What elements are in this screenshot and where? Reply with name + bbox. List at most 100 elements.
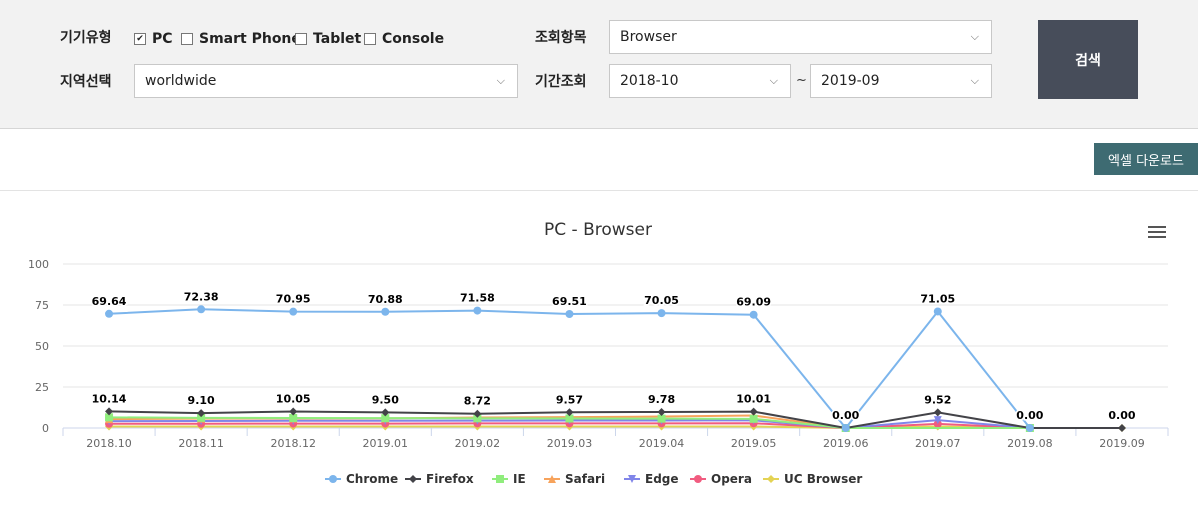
filter-panel: 기기유형 ✔ PC Smart Phone Tablet Console 지역선… — [0, 0, 1198, 129]
period-from-value: 2018-10 — [620, 73, 679, 89]
data-label: 72.38 — [184, 290, 219, 303]
checkbox-checked-icon: ✔ — [134, 33, 146, 45]
checkbox-unchecked-icon — [364, 33, 376, 45]
data-point — [381, 307, 390, 316]
legend-item-label: UC Browser — [784, 472, 862, 486]
data-label: 0.00 — [1016, 409, 1043, 422]
data-label: 70.88 — [368, 293, 403, 306]
divider — [0, 190, 1198, 191]
data-point — [657, 309, 666, 318]
legend-item-label: Chrome — [346, 472, 398, 486]
data-label: 69.51 — [552, 295, 587, 308]
data-label: 0.00 — [1108, 409, 1135, 422]
data-point — [289, 307, 298, 316]
checkbox-tablet[interactable]: Tablet — [295, 31, 361, 47]
data-label: 0.00 — [832, 409, 859, 422]
x-tick-label: 2019.07 — [915, 437, 961, 450]
x-tick-label: 2019.08 — [1007, 437, 1053, 450]
chevron-down-icon: ⌵ — [496, 74, 505, 87]
data-point — [749, 414, 758, 423]
checkbox-label: Tablet — [313, 31, 362, 47]
x-tick-label: 2018.11 — [178, 437, 224, 450]
query-item-select[interactable]: Browser ⌵ — [609, 20, 992, 54]
data-point — [1025, 424, 1034, 432]
legend-marker — [767, 475, 775, 483]
legend-item-label: Edge — [645, 472, 679, 486]
data-label: 9.57 — [556, 393, 583, 406]
data-label: 9.52 — [924, 393, 951, 406]
data-point — [197, 305, 206, 314]
y-tick-label: 100 — [28, 258, 49, 271]
checkbox-unchecked-icon — [181, 33, 193, 45]
data-label: 71.05 — [920, 292, 955, 305]
legend-item-label: IE — [513, 472, 526, 486]
query-item-value: Browser — [620, 29, 677, 45]
data-point — [473, 306, 482, 315]
y-tick-label: 0 — [42, 422, 49, 435]
data-label: 71.58 — [460, 292, 495, 305]
data-point — [841, 424, 850, 432]
period-separator: ~ — [796, 73, 807, 88]
region-value: worldwide — [145, 73, 217, 89]
legend-item-label: Safari — [565, 472, 605, 486]
x-tick-label: 2019.03 — [547, 437, 593, 450]
checkbox-label: PC — [152, 31, 173, 47]
data-point — [749, 310, 758, 319]
x-tick-label: 2019.06 — [823, 437, 869, 450]
excel-download-button[interactable]: 엑셀 다운로드 — [1094, 143, 1198, 175]
legend-item-label: Firefox — [426, 472, 474, 486]
data-label: 70.95 — [276, 293, 311, 306]
data-label: 8.72 — [464, 395, 491, 408]
checkbox-console[interactable]: Console — [364, 31, 444, 47]
checkbox-label: Smart Phone — [199, 31, 301, 47]
y-tick-label: 75 — [35, 299, 49, 312]
chevron-down-icon: ⌵ — [769, 74, 778, 87]
data-label: 10.05 — [276, 393, 311, 406]
period-from-select[interactable]: 2018-10 ⌵ — [609, 64, 791, 98]
legend-item-label: Opera — [711, 472, 752, 486]
checkbox-pc[interactable]: ✔ PC — [134, 31, 173, 47]
data-point — [933, 408, 942, 417]
x-tick-label: 2018.12 — [270, 437, 316, 450]
period-label: 기간조회 — [535, 74, 587, 90]
period-to-select[interactable]: 2019-09 ⌵ — [810, 64, 992, 98]
data-point — [565, 310, 574, 319]
legend-marker — [496, 475, 504, 483]
checkbox-unchecked-icon — [295, 33, 307, 45]
region-label: 지역선택 — [60, 74, 112, 90]
chevron-down-icon: ⌵ — [970, 30, 979, 43]
line-chart: PC - Browser 0 25 50 75 100 2018.10 2018.11 2018… — [28, 220, 1169, 486]
data-label: 9.50 — [372, 393, 399, 406]
checkbox-smart-phone[interactable]: Smart Phone — [181, 31, 301, 47]
period-to-value: 2019-09 — [821, 73, 880, 89]
data-label: 9.10 — [188, 394, 215, 407]
x-tick-label: 2019.01 — [363, 437, 409, 450]
search-button[interactable]: 검색 — [1038, 20, 1138, 99]
y-tick-label: 50 — [35, 340, 49, 353]
legend-marker — [329, 475, 337, 483]
chart-title: PC - Browser — [544, 220, 652, 240]
data-label: 69.09 — [736, 296, 771, 309]
x-tick-label: 2019.02 — [455, 437, 501, 450]
chart-menu-icon[interactable] — [1148, 226, 1166, 240]
checkbox-label: Console — [382, 31, 445, 47]
device-type-label: 기기유형 — [60, 30, 112, 46]
x-tick-label: 2019.09 — [1099, 437, 1145, 450]
data-label: 69.64 — [92, 295, 127, 308]
x-tick-label: 2019.04 — [639, 437, 685, 450]
query-item-label: 조회항목 — [535, 30, 587, 46]
data-label: 10.01 — [736, 393, 771, 406]
y-tick-label: 25 — [35, 381, 49, 394]
data-point — [933, 307, 942, 316]
region-select[interactable]: worldwide ⌵ — [134, 64, 518, 98]
data-label: 10.14 — [92, 392, 127, 405]
data-point — [1117, 424, 1126, 432]
x-tick-label: 2018.10 — [86, 437, 132, 450]
chevron-down-icon: ⌵ — [970, 74, 979, 87]
legend-marker — [694, 475, 702, 483]
data-point — [749, 407, 758, 416]
data-label: 70.05 — [644, 294, 679, 307]
legend-marker — [409, 475, 417, 483]
data-point — [105, 309, 114, 318]
data-label: 9.78 — [648, 393, 675, 406]
